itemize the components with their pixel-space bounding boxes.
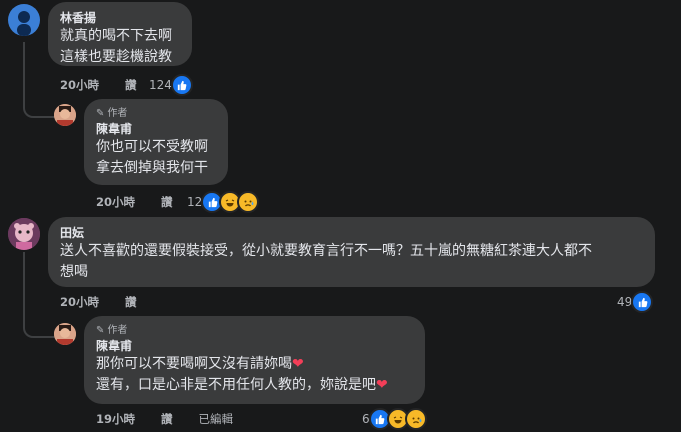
reaction-summary[interactable]: 6 (362, 408, 427, 430)
comment-text: 還有，口是心非是不用任何人教的，妳說是吧❤ (96, 375, 413, 396)
commenter-name[interactable]: 陳韋甫 (96, 338, 413, 354)
comment-bubble: ✎ 作者 陳韋甫 那你可以不要喝啊又沒有請妳喝❤ 還有，口是心非是不用任何人教的… (84, 316, 425, 404)
comment-bubble: 林香揚 就真的喝不下去啊 這樣也要趁機說教 (48, 2, 192, 66)
comment-actions: 20小時 讚 (60, 294, 159, 310)
commenter-name[interactable]: 田妘 (60, 225, 643, 241)
comment-actions: 20小時 讚 (96, 194, 195, 210)
like-button[interactable]: 讚 (161, 195, 173, 209)
comment-text: 那你可以不要喝啊又沒有請妳喝❤ (96, 354, 413, 375)
like-icon (631, 291, 654, 313)
comment-line: 那你可以不要喝啊又沒有請妳喝 (96, 356, 292, 372)
reaction-count: 12 (187, 195, 203, 209)
author-badge: ✎ 作者 (96, 324, 413, 338)
reaction-summary[interactable]: 49 (617, 291, 654, 313)
reaction-count: 49 (617, 295, 633, 309)
avatar[interactable] (54, 323, 76, 345)
avatar[interactable] (8, 218, 40, 250)
commenter-name[interactable]: 林香揚 (60, 10, 180, 26)
like-button[interactable]: 讚 (125, 78, 137, 92)
heart-icon: ❤ (376, 377, 388, 393)
author-label: 作者 (107, 108, 128, 119)
like-button[interactable]: 讚 (161, 412, 173, 426)
comment-text: 你也可以不受教啊 拿去倒掉與我何干 (96, 139, 208, 176)
avatar[interactable] (8, 4, 40, 36)
author-badge: ✎ 作者 (96, 107, 216, 121)
sad-icon (237, 191, 260, 213)
comment-bubble: 田妘 送人不喜歡的還要假裝接受，從小就要教育言行不一嗎？五十嵐的無糖紅茶連大人都… (48, 217, 655, 287)
like-icon (170, 74, 193, 96)
edited-label: 已編輯 (198, 412, 234, 426)
timestamp[interactable]: 20小時 (96, 195, 135, 209)
reaction-count: 124 (149, 78, 172, 92)
comment-actions: 19小時 讚 已編輯 (96, 411, 255, 427)
timestamp[interactable]: 20小時 (60, 295, 99, 309)
avatar[interactable] (54, 104, 76, 126)
pencil-icon: ✎ (96, 325, 105, 336)
heart-icon: ❤ (292, 356, 304, 372)
commenter-name[interactable]: 陳韋甫 (96, 121, 216, 137)
author-label: 作者 (107, 325, 128, 336)
comment-text: 就真的喝不下去啊 這樣也要趁機說教 (60, 28, 172, 65)
like-button[interactable]: 讚 (125, 295, 137, 309)
comment-bubble: ✎ 作者 陳韋甫 你也可以不受教啊 拿去倒掉與我何干 (84, 99, 228, 185)
comment-line: 還有，口是心非是不用任何人教的，妳說是吧 (96, 377, 376, 393)
timestamp[interactable]: 19小時 (96, 412, 135, 426)
comment-text: 送人不喜歡的還要假裝接受，從小就要教育言行不一嗎？五十嵐的無糖紅茶連大人都不 想… (60, 243, 592, 280)
reaction-summary[interactable]: 12 (187, 191, 260, 213)
pencil-icon: ✎ (96, 108, 105, 119)
sad-icon (404, 408, 427, 430)
comment-actions: 20小時 讚 (60, 77, 159, 93)
reaction-summary[interactable]: 124 (149, 74, 193, 96)
timestamp[interactable]: 20小時 (60, 78, 99, 92)
